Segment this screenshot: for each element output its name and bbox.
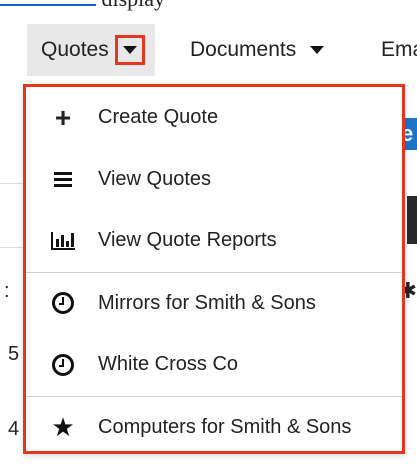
menu-item-recent-white-cross-co[interactable]: White Cross Co — [26, 334, 402, 396]
caret-down-icon[interactable] — [310, 46, 325, 54]
nav-tab-emails[interactable]: Ema — [381, 24, 417, 76]
nav-tab-quotes-label[interactable]: Quotes — [41, 38, 109, 62]
menu-item-label: White Cross Co — [98, 353, 239, 376]
background-row-digit: 5 — [8, 343, 20, 365]
caret-down-icon — [122, 46, 137, 54]
background-row-digit: 4 — [8, 418, 20, 440]
menu-item-recent-mirrors-smith-sons[interactable]: Mirrors for Smith & Sons — [26, 273, 402, 335]
nav-tab-emails-label[interactable]: Ema — [381, 38, 417, 62]
star-icon: ★ — [51, 412, 75, 443]
menu-item-label: View Quote Reports — [98, 229, 277, 252]
bar-chart-icon — [48, 227, 78, 255]
clock-icon — [48, 289, 78, 317]
plus-icon: + — [54, 101, 72, 133]
background-row-digit: : — [4, 280, 10, 302]
quotes-dropdown-menu: + Create Quote View Quotes View Quote Re… — [23, 84, 405, 454]
nav-tab-quotes[interactable]: Quotes — [27, 24, 155, 76]
list-icon — [48, 165, 78, 193]
menu-item-view-quotes[interactable]: View Quotes — [26, 149, 402, 211]
background-dark-block — [407, 196, 417, 244]
nav-tab-documents-label[interactable]: Documents — [190, 38, 296, 62]
menu-item-label: Mirrors for Smith & Sons — [98, 291, 316, 314]
menu-item-label: View Quotes — [98, 167, 212, 190]
module-nav-bar: Quotes Documents Ema — [0, 24, 417, 76]
menu-item-label: Create Quote — [98, 106, 219, 129]
top-fragment-text: display — [102, 0, 166, 11]
menu-item-label: Computers for Smith & Sons — [98, 415, 352, 438]
nav-tab-documents[interactable]: Documents — [190, 24, 325, 76]
clock-icon — [48, 351, 78, 379]
menu-item-view-quote-reports[interactable]: View Quote Reports — [26, 210, 402, 272]
top-text-fragment: display — [0, 0, 417, 11]
quotes-dropdown-toggle[interactable] — [114, 35, 145, 65]
menu-item-favorite-computers-smith-sons[interactable]: ★ Computers for Smith & Sons — [26, 397, 402, 459]
menu-item-create-quote[interactable]: + Create Quote — [26, 87, 402, 149]
